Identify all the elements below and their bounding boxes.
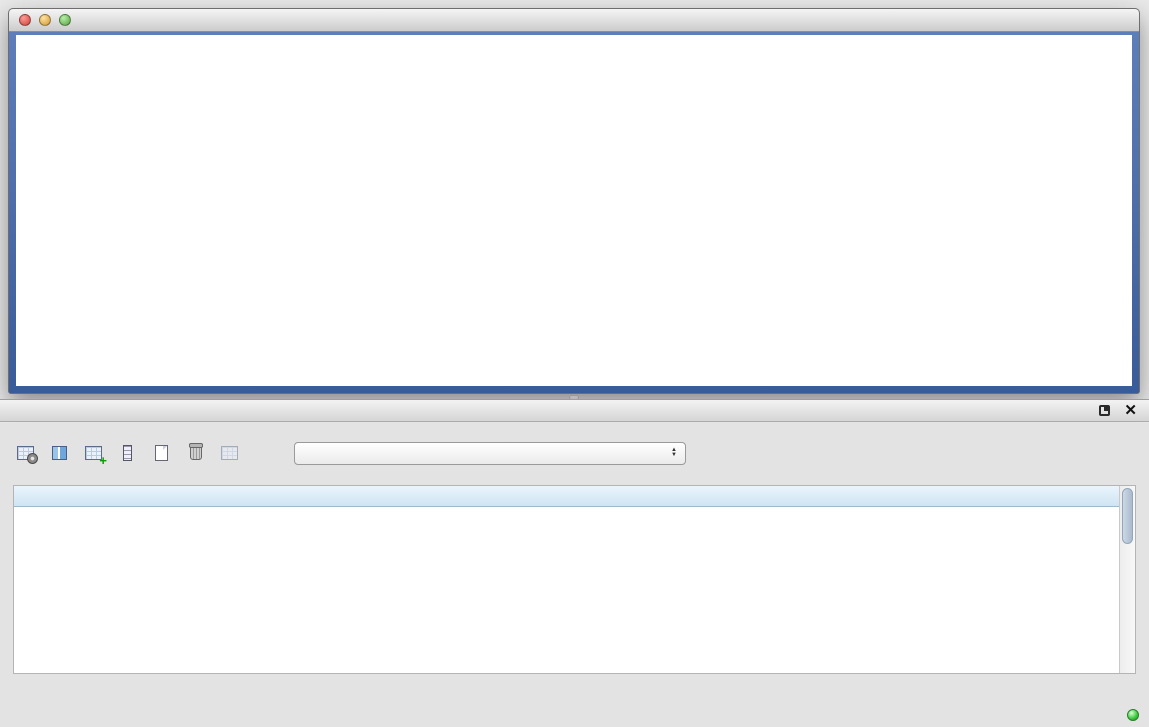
show-columns-icon[interactable]: [46, 440, 73, 467]
close-panel-icon[interactable]: ✕: [1124, 403, 1137, 418]
new-file-icon[interactable]: [148, 440, 175, 467]
dropdown-arrows-icon: ▲▼: [671, 448, 677, 458]
function-builder-button[interactable]: [250, 440, 277, 467]
delete-icon[interactable]: [182, 440, 209, 467]
window-titlebar[interactable]: [9, 9, 1139, 32]
network-view-frame: [9, 32, 1139, 393]
memory-status-indicator[interactable]: [1127, 709, 1139, 721]
network-canvas[interactable]: [16, 35, 1132, 386]
scrollbar-thumb[interactable]: [1122, 488, 1133, 544]
minimize-window-button[interactable]: [39, 14, 51, 26]
zoom-window-button[interactable]: [59, 14, 71, 26]
node-table: [13, 485, 1136, 674]
table-panel-body: ▲▼: [0, 423, 1149, 727]
network-svg[interactable]: [16, 35, 1132, 386]
network-window: [8, 8, 1140, 394]
row-options-icon[interactable]: [114, 440, 141, 467]
status-bar: [1121, 703, 1149, 727]
table-header-row: [14, 486, 1119, 507]
table-mode-icon[interactable]: [12, 440, 39, 467]
close-window-button[interactable]: [19, 14, 31, 26]
table-select-dropdown[interactable]: ▲▼: [294, 442, 686, 465]
table-panel-header: ✕: [0, 399, 1149, 422]
import-table-icon[interactable]: [216, 440, 243, 467]
table-toolbar: ▲▼: [12, 438, 686, 468]
create-column-icon[interactable]: [80, 440, 107, 467]
traffic-lights: [19, 14, 71, 26]
float-panel-icon[interactable]: [1099, 405, 1110, 416]
table-scrollbar[interactable]: [1119, 486, 1135, 673]
